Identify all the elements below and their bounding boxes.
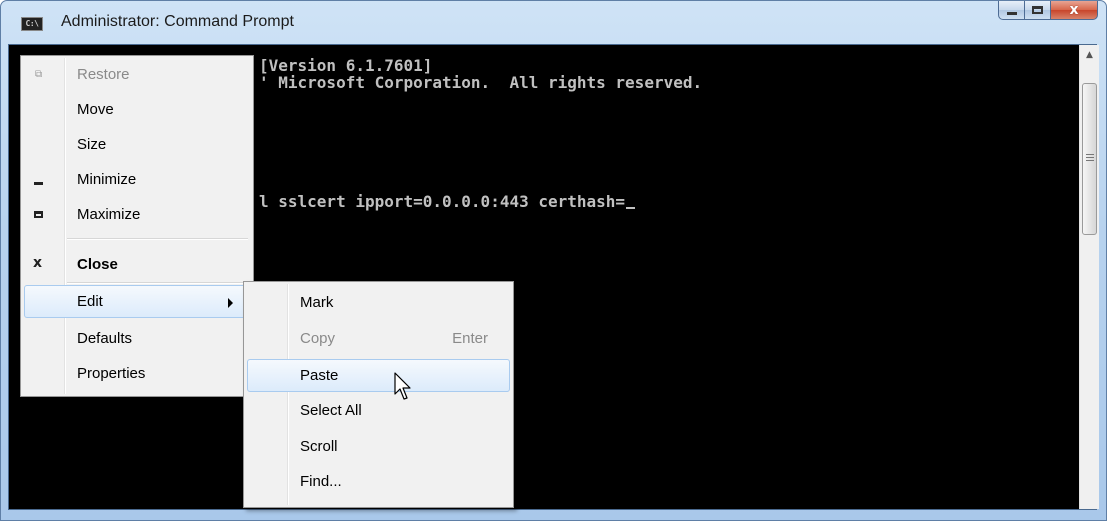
minimize-icon <box>34 182 43 185</box>
menu-item-restore[interactable]: ⧉ Restore <box>24 58 250 91</box>
minimize-icon <box>1007 12 1017 15</box>
menu-item-scroll[interactable]: Scroll <box>247 430 510 463</box>
text-cursor <box>626 207 636 209</box>
menu-item-label: Maximize <box>77 206 141 223</box>
mouse-pointer-icon <box>394 372 411 400</box>
close-button[interactable]: x <box>1051 1 1098 20</box>
menu-item-label: Properties <box>77 365 146 382</box>
menu-item-close[interactable]: x Close <box>24 248 250 281</box>
console-line: l sslcert ipport=0.0.0.0:443 certhash= <box>259 192 626 211</box>
console-output: [Version 6.1.7601] ' Microsoft Corporati… <box>259 57 702 210</box>
menu-item-edit[interactable]: Edit <box>24 285 250 318</box>
title-bar[interactable]: C:\ Administrator: Command Prompt x <box>1 1 1106 45</box>
menu-item-label: Paste <box>300 367 339 384</box>
menu-item-label: Restore <box>77 66 130 83</box>
menu-item-copy[interactable]: Copy Enter <box>247 322 510 355</box>
system-menu: ⧉ Restore Move Size Minimize Maximize x … <box>20 55 254 397</box>
menu-item-label: Scroll <box>300 438 338 455</box>
menu-item-label: Select All <box>300 402 362 419</box>
menu-item-maximize[interactable]: Maximize <box>24 198 250 231</box>
scrollbar-thumb[interactable] <box>1082 83 1097 235</box>
menu-item-label: Copy <box>300 330 336 347</box>
menu-item-size[interactable]: Size <box>24 128 250 161</box>
menu-item-paste[interactable]: Paste <box>247 359 510 392</box>
grip-icon <box>1086 154 1094 163</box>
menu-item-mark[interactable]: Mark <box>247 286 510 319</box>
menu-separator <box>67 238 248 240</box>
menu-item-shortcut: Enter <box>452 330 488 347</box>
menu-item-label: Minimize <box>77 171 137 188</box>
console-line: ' Microsoft Corporation. All rights rese… <box>259 73 703 92</box>
menu-item-label: Defaults <box>77 330 133 347</box>
menu-separator <box>67 282 248 284</box>
scroll-up-arrow-icon[interactable]: ▲ <box>1080 47 1099 64</box>
window-title: Administrator: Command Prompt <box>61 13 294 30</box>
minimize-button[interactable] <box>998 1 1025 20</box>
command-prompt-icon[interactable]: C:\ <box>21 17 43 31</box>
menu-item-label: Size <box>77 136 107 153</box>
edit-submenu: Mark Copy Enter Paste Select All Scroll … <box>243 281 514 508</box>
maximize-icon <box>34 211 43 218</box>
menu-item-label: Find... <box>300 473 342 490</box>
close-icon: x <box>33 255 43 271</box>
maximize-button[interactable] <box>1025 1 1051 20</box>
close-icon: x <box>1069 2 1079 18</box>
menu-item-label: Move <box>77 101 114 118</box>
menu-item-minimize[interactable]: Minimize <box>24 163 250 196</box>
vertical-scrollbar[interactable]: ▲ <box>1079 45 1099 509</box>
menu-item-select-all[interactable]: Select All <box>247 394 510 427</box>
menu-item-label: Mark <box>300 294 334 311</box>
menu-item-find[interactable]: Find... <box>247 465 510 498</box>
menu-item-properties[interactable]: Properties <box>24 357 250 390</box>
caption-buttons: x <box>998 1 1098 21</box>
menu-item-defaults[interactable]: Defaults <box>24 322 250 355</box>
menu-item-move[interactable]: Move <box>24 93 250 126</box>
submenu-arrow-icon <box>228 298 233 308</box>
menu-item-label: Close <box>77 256 118 273</box>
maximize-icon <box>1032 6 1043 14</box>
menu-item-label: Edit <box>77 293 103 310</box>
restore-icon: ⧉ <box>35 69 43 80</box>
